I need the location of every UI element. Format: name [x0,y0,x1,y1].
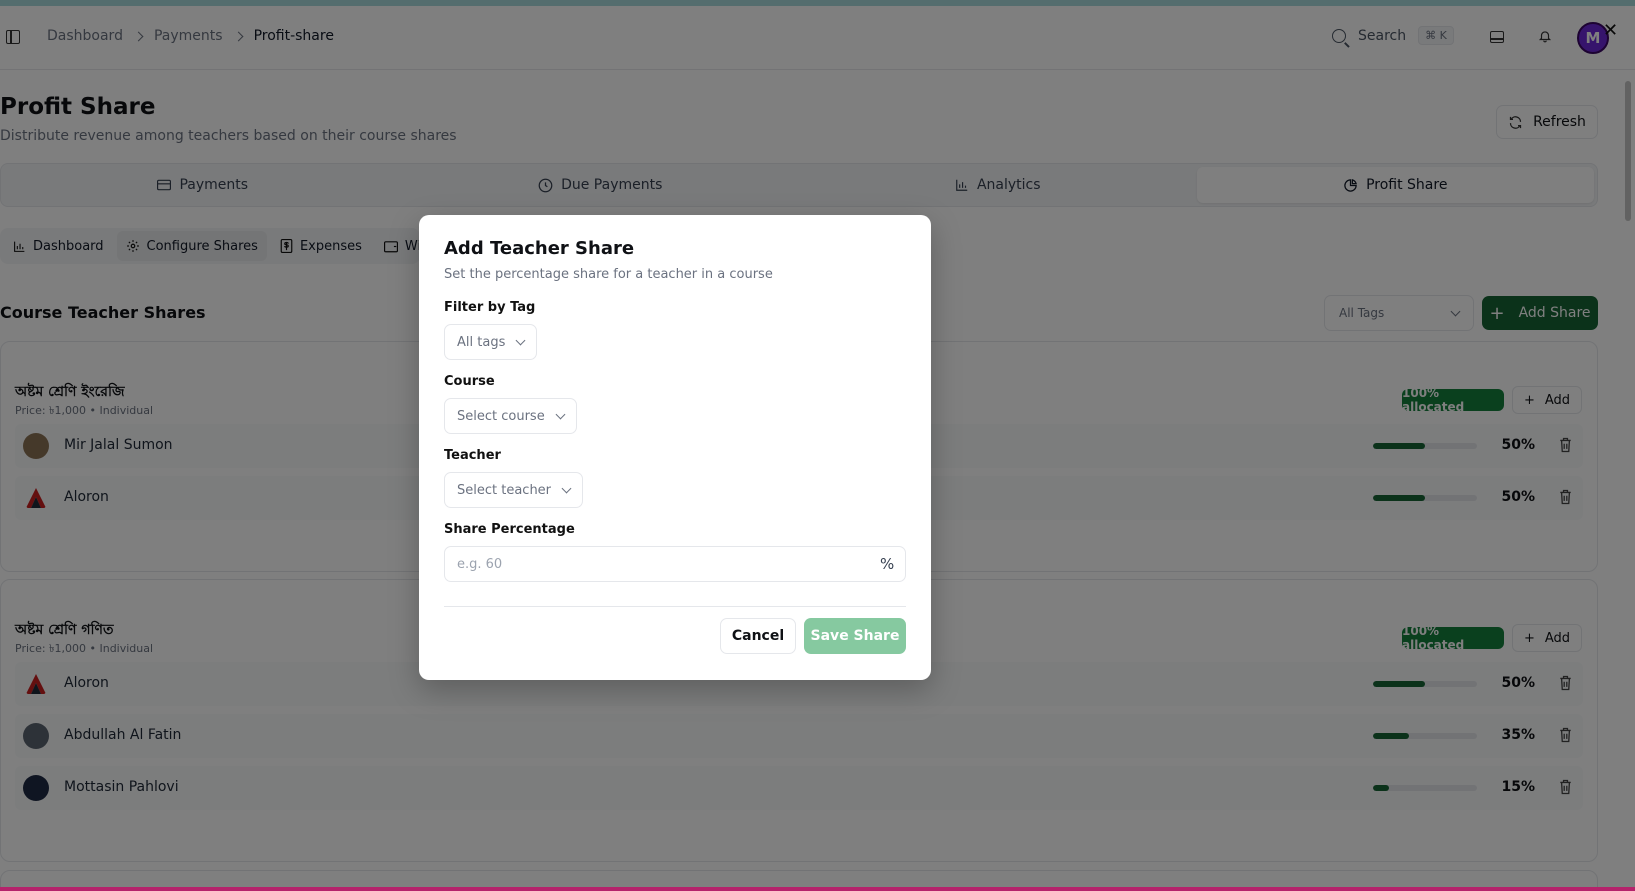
dialog-description: Set the percentage share for a teacher i… [444,267,773,282]
chevron-down-icon [561,483,572,493]
course-select[interactable]: Select course [444,398,577,434]
cancel-button[interactable]: Cancel [720,618,796,654]
share-percentage-label: Share Percentage [444,522,575,537]
chevron-down-icon [555,409,566,419]
percent-suffix: % [880,555,895,573]
filter-tag-select[interactable]: All tags [444,324,538,360]
add-teacher-share-dialog: Add Teacher Share Set the percentage sha… [419,215,931,680]
save-share-button[interactable]: Save Share [804,618,906,654]
share-percentage-input[interactable] [444,546,906,582]
teacher-select[interactable]: Select teacher [444,472,584,508]
chevron-down-icon [515,335,526,345]
dialog-divider [444,606,906,607]
course-label: Course [444,374,495,389]
course-select-value: Select course [457,408,545,424]
bottom-accent-strip [0,887,1635,891]
teacher-label: Teacher [444,448,501,463]
filter-tag-value: All tags [457,334,506,350]
teacher-select-value: Select teacher [457,482,552,498]
filter-tag-label: Filter by Tag [444,300,536,315]
dialog-title: Add Teacher Share [444,238,635,259]
